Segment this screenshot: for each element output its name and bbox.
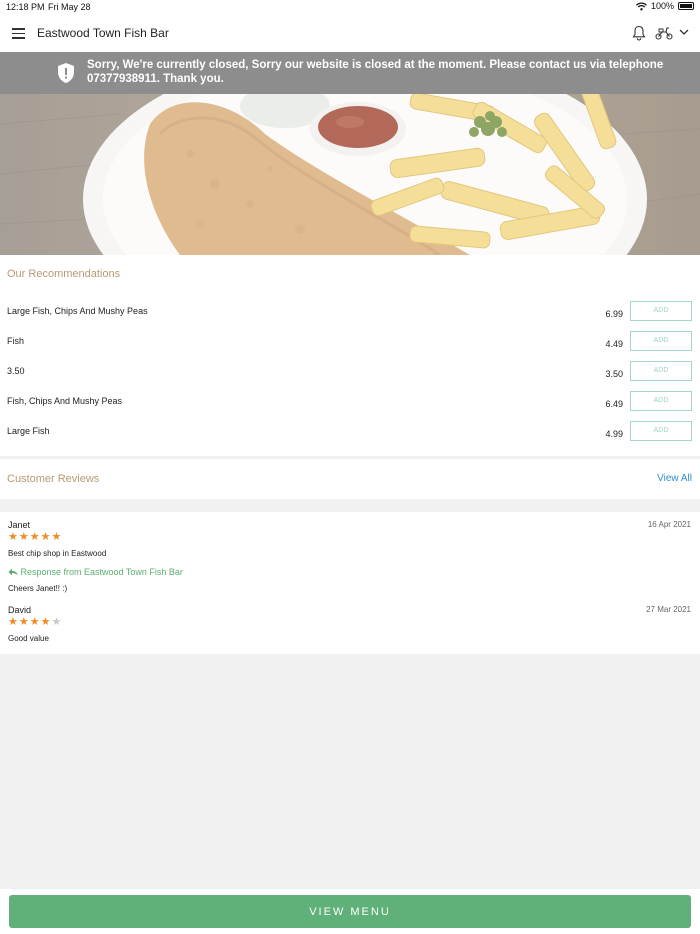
- list-item: Large Fish, Chips And Mushy Peas 6.99 AD…: [0, 301, 700, 336]
- owner-response: Response from Eastwood Town Fish Bar: [8, 567, 183, 577]
- star-icon: ★: [40, 531, 52, 543]
- closed-message: Sorry, We're currently closed, Sorry our…: [87, 59, 664, 85]
- battery-icon: [678, 2, 694, 10]
- shield-alert-icon: [58, 63, 74, 83]
- add-button[interactable]: ADD: [630, 391, 692, 411]
- reviews-title: Customer Reviews: [7, 473, 100, 485]
- status-date: Fri May 28: [48, 2, 91, 12]
- item-name: Large Fish, Chips And Mushy Peas: [7, 306, 148, 316]
- review-date: 27 Mar 2021: [646, 605, 691, 614]
- hero-illustration: [0, 94, 700, 255]
- chevron-down-icon[interactable]: [679, 28, 689, 36]
- wifi-icon: [636, 1, 647, 10]
- list-item: 3.50 3.50 ADD: [0, 361, 700, 396]
- star-icon: ★: [8, 531, 19, 543]
- scooter-icon[interactable]: [655, 26, 673, 40]
- page-title: Eastwood Town Fish Bar: [37, 26, 169, 40]
- list-item: Fish, Chips And Mushy Peas 6.49 ADD: [0, 391, 700, 426]
- bottom-bar: VIEW MENU: [0, 889, 700, 934]
- star-rating: ★★★★★: [8, 532, 62, 543]
- status-right: 100%: [636, 1, 694, 11]
- star-icon: ★: [29, 616, 41, 628]
- star-icon: ★: [40, 616, 52, 628]
- reviews-list: Janet 16 Apr 2021 ★★★★★ Best chip shop i…: [0, 512, 700, 654]
- item-name: Large Fish: [7, 426, 50, 436]
- item-price: 6.49: [605, 399, 623, 409]
- add-button[interactable]: ADD: [630, 331, 692, 351]
- view-menu-button[interactable]: VIEW MENU: [9, 895, 691, 928]
- hamburger-icon[interactable]: [12, 28, 25, 39]
- item-price: 6.99: [605, 309, 623, 319]
- status-time: 12:18 PM: [6, 2, 45, 12]
- closed-banner: Sorry, We're currently closed, Sorry our…: [0, 52, 700, 94]
- response-text: Cheers Janet!! :): [8, 584, 68, 593]
- reply-icon: [8, 568, 18, 576]
- battery-percent: 100%: [650, 1, 674, 11]
- star-icon: ★: [51, 616, 63, 628]
- recommendations-section: Our Recommendations Large Fish, Chips An…: [0, 255, 700, 456]
- reviewer-name: David: [8, 605, 32, 615]
- app-header: Eastwood Town Fish Bar: [0, 14, 700, 52]
- review-date: 16 Apr 2021: [647, 520, 691, 529]
- item-price: 4.99: [605, 429, 623, 439]
- item-price: 4.49: [605, 339, 623, 349]
- star-icon: ★: [8, 616, 19, 628]
- add-button[interactable]: ADD: [630, 361, 692, 381]
- list-item: Fish 4.49 ADD: [0, 331, 700, 366]
- list-item: Large Fish 4.99 ADD: [0, 421, 700, 456]
- add-button[interactable]: ADD: [630, 421, 692, 441]
- star-icon: ★: [18, 531, 30, 543]
- item-name: 3.50: [7, 366, 25, 376]
- review-text: Best chip shop in Eastwood: [8, 549, 107, 558]
- star-icon: ★: [51, 531, 63, 543]
- item-name: Fish, Chips And Mushy Peas: [7, 396, 123, 406]
- add-button[interactable]: ADD: [630, 301, 692, 321]
- item-name: Fish: [7, 336, 25, 346]
- review-text: Good value: [8, 634, 49, 643]
- star-icon: ★: [18, 616, 30, 628]
- fish-and-chips-image: [0, 94, 700, 255]
- bell-icon[interactable]: [632, 25, 646, 41]
- star-icon: ★: [29, 531, 41, 543]
- reviews-header: Customer Reviews View All: [0, 459, 700, 499]
- response-label: Response from Eastwood Town Fish Bar: [20, 567, 183, 577]
- reviewer-name: Janet: [8, 520, 31, 530]
- status-bar: 12:18 PM Fri May 28 100%: [0, 0, 700, 14]
- recommendations-title: Our Recommendations: [7, 268, 121, 280]
- star-rating: ★★★★★: [8, 617, 62, 628]
- item-price: 3.50: [605, 369, 623, 379]
- view-all-link[interactable]: View All: [657, 473, 692, 484]
